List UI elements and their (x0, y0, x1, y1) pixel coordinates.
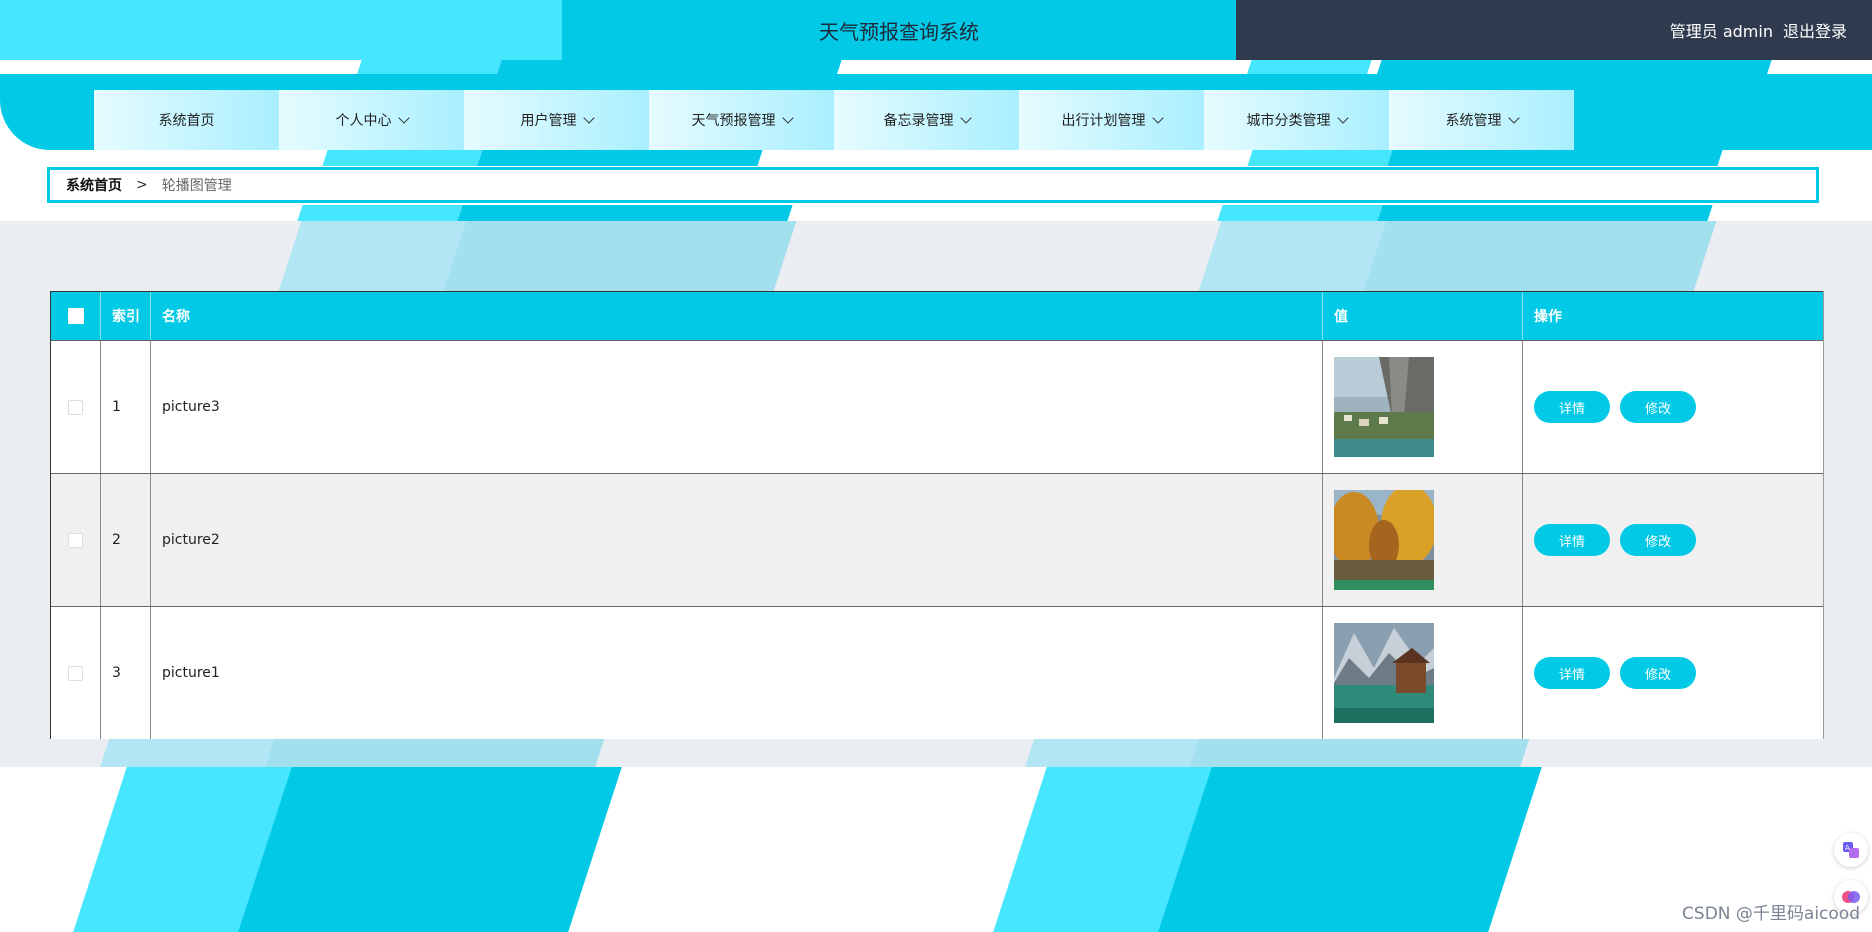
index-cell: 3 (101, 607, 151, 739)
actions-cell: 详情 修改 (1523, 474, 1823, 606)
decor-stripe (1363, 221, 1717, 291)
nav-item-travel-management[interactable]: 出行计划管理 (1019, 90, 1204, 150)
nav-item-memo-management[interactable]: 备忘录管理 (834, 90, 1019, 150)
name-cell: picture1 (151, 607, 1323, 739)
detail-button[interactable]: 详情 (1534, 657, 1610, 689)
decor-stripe (1387, 150, 1723, 166)
table-row: 1 picture3 详情 修改 (51, 340, 1823, 473)
table-row: 2 picture2 详情 修改 (51, 473, 1823, 606)
decor-stripe (443, 221, 797, 291)
decor-stripe (1198, 221, 1392, 291)
decor-stripe (457, 205, 793, 221)
top-header: 天气预报查询系统 管理员 admin 退出登录 (0, 0, 1872, 60)
value-cell (1323, 607, 1523, 739)
chevron-down-icon (397, 112, 410, 124)
value-cell (1323, 474, 1523, 606)
nav-item-personal-center[interactable]: 个人中心 (279, 90, 464, 150)
column-header-name[interactable]: 名称 (151, 292, 1323, 340)
header-title-area: 天气预报查询系统 (562, 0, 1236, 60)
main-nav: 系统首页 个人中心 用户管理 天气预报管理 备忘录管理 出行计划管理 城市分类管… (94, 90, 1574, 150)
header-user-area: 管理员 admin 退出登录 (1236, 0, 1872, 60)
nav-item-label: 天气预报管理 (691, 113, 776, 129)
column-header-actions: 操作 (1534, 309, 1562, 325)
name-cell: picture2 (151, 474, 1323, 606)
actions-cell: 详情 修改 (1523, 341, 1823, 473)
decor-stripe (265, 737, 605, 767)
nav-item-label: 个人中心 (335, 113, 392, 129)
breadcrumb-home[interactable]: 系统首页 (66, 175, 122, 195)
row-checkbox[interactable] (68, 665, 83, 681)
decor-stripe (1247, 150, 1393, 166)
app-title: 天气预报查询系统 (819, 19, 979, 44)
decor-stripe (1217, 205, 1383, 221)
detail-button[interactable]: 详情 (1534, 391, 1610, 423)
nav-item-home[interactable]: 系统首页 (94, 90, 279, 150)
carousel-thumbnail[interactable] (1334, 623, 1434, 723)
nav-item-user-management[interactable]: 用户管理 (464, 90, 649, 150)
nav-band-end (1672, 74, 1872, 150)
user-info: 管理员 admin 退出登录 (1670, 0, 1847, 60)
name-cell: picture3 (151, 341, 1323, 473)
row-select-cell (51, 474, 101, 606)
actions-cell: 详情 修改 (1523, 607, 1823, 739)
svg-text:A: A (1845, 844, 1850, 852)
nav-item-weather-management[interactable]: 天气预报管理 (649, 90, 834, 150)
column-header-index[interactable]: 索引 (101, 292, 151, 340)
carousel-thumbnail[interactable] (1334, 357, 1434, 457)
chevron-down-icon (781, 112, 794, 124)
column-header-value[interactable]: 值 (1323, 292, 1523, 340)
table-header: 索引 名称 值 操作 (51, 291, 1823, 340)
decor-stripe (238, 767, 622, 932)
nav-item-label: 系统管理 (1445, 113, 1502, 129)
decor-stripe (1190, 737, 1530, 767)
chevron-down-icon (1151, 112, 1164, 124)
edit-button[interactable]: 修改 (1620, 524, 1696, 556)
select-all-cell (51, 292, 101, 340)
user-label: 管理员 admin (1669, 22, 1773, 41)
index-cell: 2 (101, 474, 151, 606)
header-left-band (0, 0, 562, 60)
nav-item-label: 出行计划管理 (1061, 113, 1146, 129)
breadcrumb-current: 轮播图管理 (161, 178, 232, 194)
breadcrumb-separator: > (136, 177, 148, 193)
nav-item-label: 城市分类管理 (1246, 113, 1331, 129)
chevron-down-icon (582, 112, 595, 124)
value-cell (1323, 341, 1523, 473)
chevron-down-icon (1507, 112, 1520, 124)
decor-stripe (477, 150, 763, 166)
chevron-down-icon (959, 112, 972, 124)
row-checkbox[interactable] (68, 399, 83, 415)
table-row: 3 picture1 详情 修改 (51, 606, 1823, 739)
nav-item-label: 系统首页 (158, 113, 215, 129)
carousel-table: 索引 名称 值 操作 1 picture3 详情 修改 2 picture2 详… (50, 291, 1824, 739)
edit-button[interactable]: 修改 (1620, 657, 1696, 689)
select-all-checkbox[interactable] (67, 308, 84, 324)
nav-item-label: 用户管理 (520, 113, 577, 129)
chevron-down-icon (1336, 112, 1349, 124)
decor-stripe (297, 205, 463, 221)
edit-button[interactable]: 修改 (1620, 391, 1696, 423)
nav-item-city-category[interactable]: 城市分类管理 (1204, 90, 1389, 150)
nav-item-label: 备忘录管理 (883, 113, 954, 129)
row-checkbox[interactable] (68, 532, 83, 548)
logout-link[interactable]: 退出登录 (1783, 18, 1847, 42)
decor-stripe (1025, 737, 1205, 767)
decor-stripe (278, 221, 472, 291)
decor-stripe (1158, 767, 1542, 932)
row-select-cell (51, 607, 101, 739)
breadcrumb: 系统首页 > 轮播图管理 (47, 167, 1819, 203)
carousel-thumbnail[interactable] (1334, 490, 1434, 590)
decor-stripe (100, 737, 280, 767)
translate-icon[interactable]: A (1834, 833, 1868, 867)
decor-stripe (1377, 205, 1713, 221)
decor-stripe (322, 150, 488, 166)
index-cell: 1 (101, 341, 151, 473)
row-select-cell (51, 341, 101, 473)
watermark: CSDN @千里码aicood (1682, 904, 1860, 924)
detail-button[interactable]: 详情 (1534, 524, 1610, 556)
nav-item-system-management[interactable]: 系统管理 (1389, 90, 1574, 150)
